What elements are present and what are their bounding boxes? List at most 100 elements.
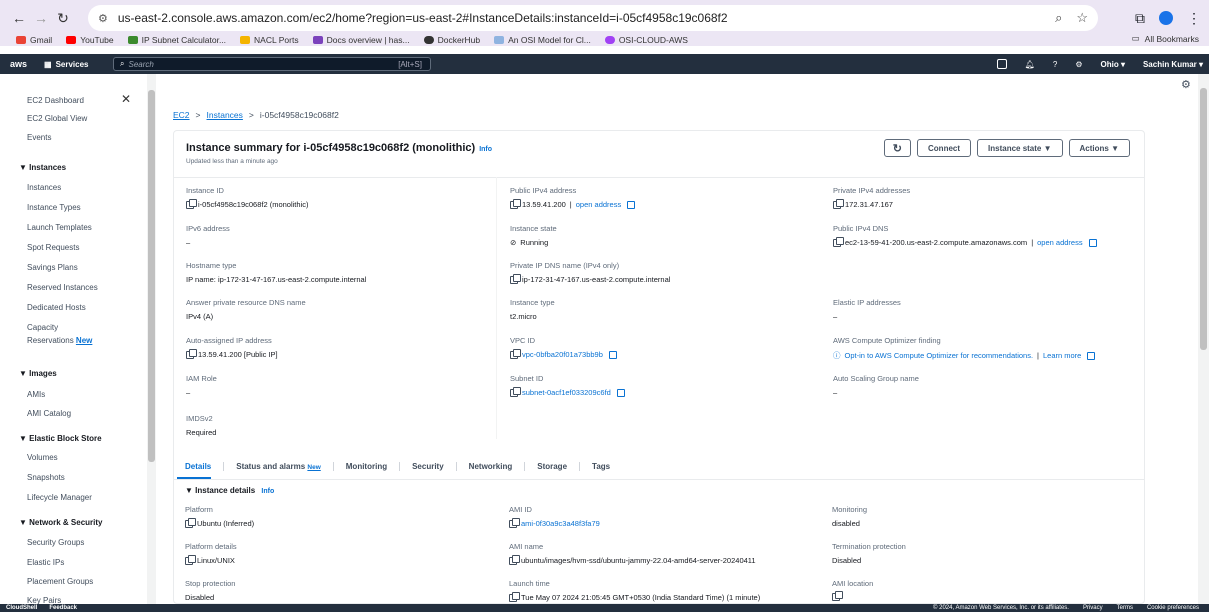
sidebar-item-snapshots[interactable]: Snapshots [27,473,65,482]
open-address-link[interactable]: open address [576,200,621,209]
aws-logo[interactable]: aws [10,59,38,69]
tab-status-alarms[interactable]: Status and alarms New [224,461,334,471]
sidebar-section-network-security[interactable]: ▼ Network & Security [19,518,103,527]
vpc-link[interactable]: vpc-0bfba20f01a73bb9b [522,350,603,359]
instance-state-button[interactable]: Instance state ▼ [977,139,1063,157]
services-menu[interactable]: ▦ Services [44,60,88,69]
instance-details-header[interactable]: ▼ Instance details Info [185,486,274,495]
sidebar-item-ec2-dashboard[interactable]: EC2 Dashboard [27,96,84,105]
copy-icon[interactable] [833,236,844,247]
tab-storage[interactable]: Storage [525,461,581,471]
copy-icon[interactable] [185,517,196,528]
profile-icon[interactable] [1159,11,1173,25]
help-icon[interactable]: ? [1053,60,1057,69]
sidebar-section-instances[interactable]: ▼ Instances [19,163,66,172]
page-settings-icon[interactable]: ⚙ [1181,78,1191,91]
tab-monitoring[interactable]: Monitoring [334,461,401,471]
external-link-icon[interactable] [627,200,636,209]
copy-icon[interactable] [186,348,197,359]
site-info-icon[interactable]: ⚙ [98,12,108,25]
bookmark-docs[interactable]: Docs overview | has... [312,35,410,45]
reload-icon[interactable]: ↻ [52,7,74,29]
address-bar[interactable]: ⚙ us-east-2.console.aws.amazon.com/ec2/h… [88,5,1098,31]
actions-button[interactable]: Actions ▼ [1068,139,1130,157]
copy-icon[interactable] [510,386,521,397]
search-input[interactable]: ⌕ Search [Alt+S] [113,57,431,71]
bookmark-star-icon[interactable]: ☆ [1076,10,1088,26]
external-link-icon[interactable] [616,388,625,397]
copy-icon[interactable] [185,554,196,565]
tab-details[interactable]: Details [173,461,225,480]
info-link[interactable]: Info [261,488,274,495]
bookmark-dockerhub[interactable]: DockerHub [423,35,480,45]
main-scroll-thumb[interactable] [1200,88,1207,350]
bookmark-subnet-calc[interactable]: IP Subnet Calculator... [127,35,226,45]
zoom-icon[interactable]: ⌕ [1055,10,1062,26]
sidebar-item-placement-groups[interactable]: Placement Groups [27,577,93,586]
sidebar-section-ebs[interactable]: ▼ Elastic Block Store [19,434,102,443]
region-selector[interactable]: Ohio ▾ [1101,60,1125,69]
bookmark-youtube[interactable]: YouTube [66,35,114,45]
tab-tags[interactable]: Tags [580,462,622,471]
optimizer-opt-in-link[interactable]: Opt-in to AWS Compute Optimizer for reco… [845,351,1034,360]
subnet-link[interactable]: subnet-0acf1ef033209c6fd [522,388,611,397]
sidebar-item-lifecycle-manager[interactable]: Lifecycle Manager [27,493,92,502]
external-link-icon[interactable] [608,350,617,359]
copy-icon[interactable] [510,198,521,209]
sidebar-item-ami-catalog[interactable]: AMI Catalog [27,409,71,418]
cloudshell-link[interactable]: CloudShell [6,605,37,611]
all-bookmarks[interactable]: ▭ All Bookmarks [1132,33,1199,44]
main-scrollbar[interactable] [1198,74,1209,604]
cookie-preferences-link[interactable]: Cookie preferences [1147,605,1199,611]
bookmark-nacl-ports[interactable]: NACL Ports [240,35,299,45]
copy-icon[interactable] [509,591,520,602]
sidebar-item-elastic-ips[interactable]: Elastic IPs [27,558,64,567]
forward-icon[interactable]: → [30,7,52,29]
sidebar-item-launch-templates[interactable]: Launch Templates [27,223,92,232]
cloudshell-icon[interactable] [996,59,1007,69]
feedback-link[interactable]: Feedback [49,605,77,611]
tab-security[interactable]: Security [400,461,457,471]
sidebar-scroll-thumb[interactable] [148,90,155,462]
extensions-icon[interactable]: ⧉ [1135,10,1145,27]
close-icon[interactable]: ✕ [121,92,131,106]
sidebar-item-volumes[interactable]: Volumes [27,453,58,462]
sidebar-item-instances[interactable]: Instances [27,183,61,192]
bookmark-gmail[interactable]: Gmail [16,35,52,45]
sidebar-item-savings-plans[interactable]: Savings Plans [27,263,78,272]
sidebar-section-images[interactable]: ▼ Images [19,369,57,378]
open-address-link[interactable]: open address [1037,238,1082,247]
external-link-icon[interactable] [1088,238,1097,247]
learn-more-link[interactable]: Learn more [1043,351,1081,360]
copy-icon[interactable] [510,348,521,359]
account-menu[interactable]: Sachin Kumar ▾ [1143,60,1203,69]
breadcrumb-ec2[interactable]: EC2 [173,110,190,120]
info-link[interactable]: Info [479,146,492,153]
sidebar-item-events[interactable]: Events [27,133,51,142]
sidebar-item-dedicated-hosts[interactable]: Dedicated Hosts [27,303,86,312]
sidebar-item-spot-requests[interactable]: Spot Requests [27,243,79,252]
copy-icon[interactable] [833,198,844,209]
menu-icon[interactable]: ⋮ [1187,10,1201,27]
breadcrumb-instances[interactable]: Instances [207,110,243,120]
sidebar-item-reservations[interactable]: Reservations New [27,336,92,345]
sidebar-item-instance-types[interactable]: Instance Types [27,203,81,212]
back-icon[interactable]: ← [8,7,30,29]
notifications-icon[interactable]: 🔔︎ [1025,60,1035,69]
copy-icon[interactable] [832,591,843,601]
refresh-button[interactable]: ↻ [883,139,912,157]
sidebar-item-security-groups[interactable]: Security Groups [27,538,84,547]
external-link-icon[interactable] [1087,351,1096,360]
settings-icon[interactable]: ⚙ [1075,60,1082,69]
copy-icon[interactable] [186,198,197,209]
copy-icon[interactable] [509,554,520,565]
sidebar-item-capacity[interactable]: Capacity [27,323,58,332]
connect-button[interactable]: Connect [917,139,972,157]
ami-link[interactable]: ami-0f30a9c3a48f3fa79 [521,519,600,528]
copy-icon[interactable] [509,517,520,528]
sidebar-item-amis[interactable]: AMIs [27,390,45,399]
bookmark-osi-cloud[interactable]: OSI-CLOUD-AWS [604,35,688,45]
sidebar-item-key-pairs[interactable]: Key Pairs [27,596,61,604]
sidebar-item-global-view[interactable]: EC2 Global View [27,114,87,123]
sidebar-item-reserved-instances[interactable]: Reserved Instances [27,283,98,292]
